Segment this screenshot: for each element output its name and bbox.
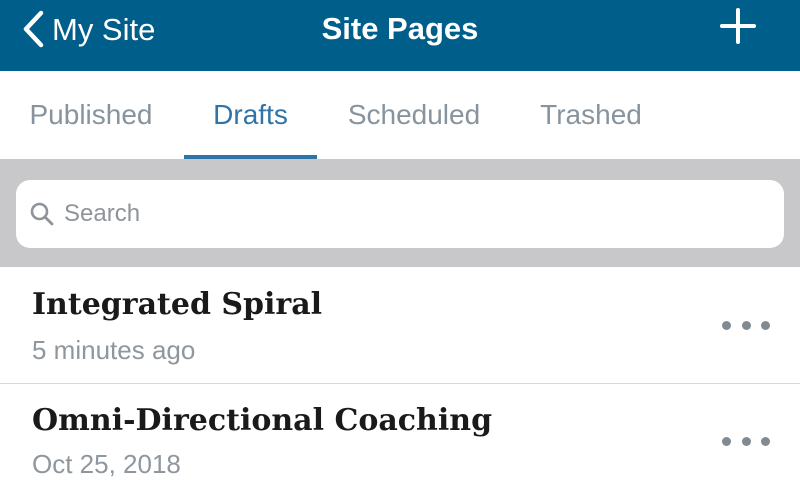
page-item-title: Omni-Directional Coaching xyxy=(32,403,493,438)
search-input[interactable] xyxy=(64,194,744,234)
filter-tabs: Published Drafts Scheduled Trashed xyxy=(0,71,800,159)
tab-drafts[interactable]: Drafts xyxy=(184,71,317,159)
tab-published[interactable]: Published xyxy=(8,71,174,159)
tab-trashed[interactable]: Trashed xyxy=(520,71,662,159)
more-horizontal-icon xyxy=(722,320,731,330)
search-box[interactable] xyxy=(16,180,784,248)
tab-scheduled[interactable]: Scheduled xyxy=(330,71,498,159)
plus-icon xyxy=(720,8,756,44)
more-options-button[interactable] xyxy=(722,315,770,335)
more-options-button[interactable] xyxy=(722,431,770,451)
page-item-date: 5 minutes ago xyxy=(32,335,196,365)
page-item-title: Integrated Spiral xyxy=(32,287,323,322)
search-bar-container xyxy=(0,159,800,267)
list-item[interactable]: Omni-Directional Coaching Oct 25, 2018 xyxy=(0,384,800,495)
add-page-button[interactable] xyxy=(720,8,756,44)
more-horizontal-icon xyxy=(722,436,731,446)
chevron-left-icon xyxy=(22,10,44,48)
back-button-label: My Site xyxy=(52,11,156,47)
back-button[interactable]: My Site xyxy=(22,0,155,58)
list-item[interactable]: Integrated Spiral 5 minutes ago xyxy=(0,267,800,383)
navigation-bar: My Site Site Pages xyxy=(0,0,800,71)
page-item-date: Oct 25, 2018 xyxy=(32,449,181,479)
search-icon xyxy=(28,200,56,228)
site-pages-screen: My Site Site Pages Published Drafts Sche… xyxy=(0,0,800,495)
